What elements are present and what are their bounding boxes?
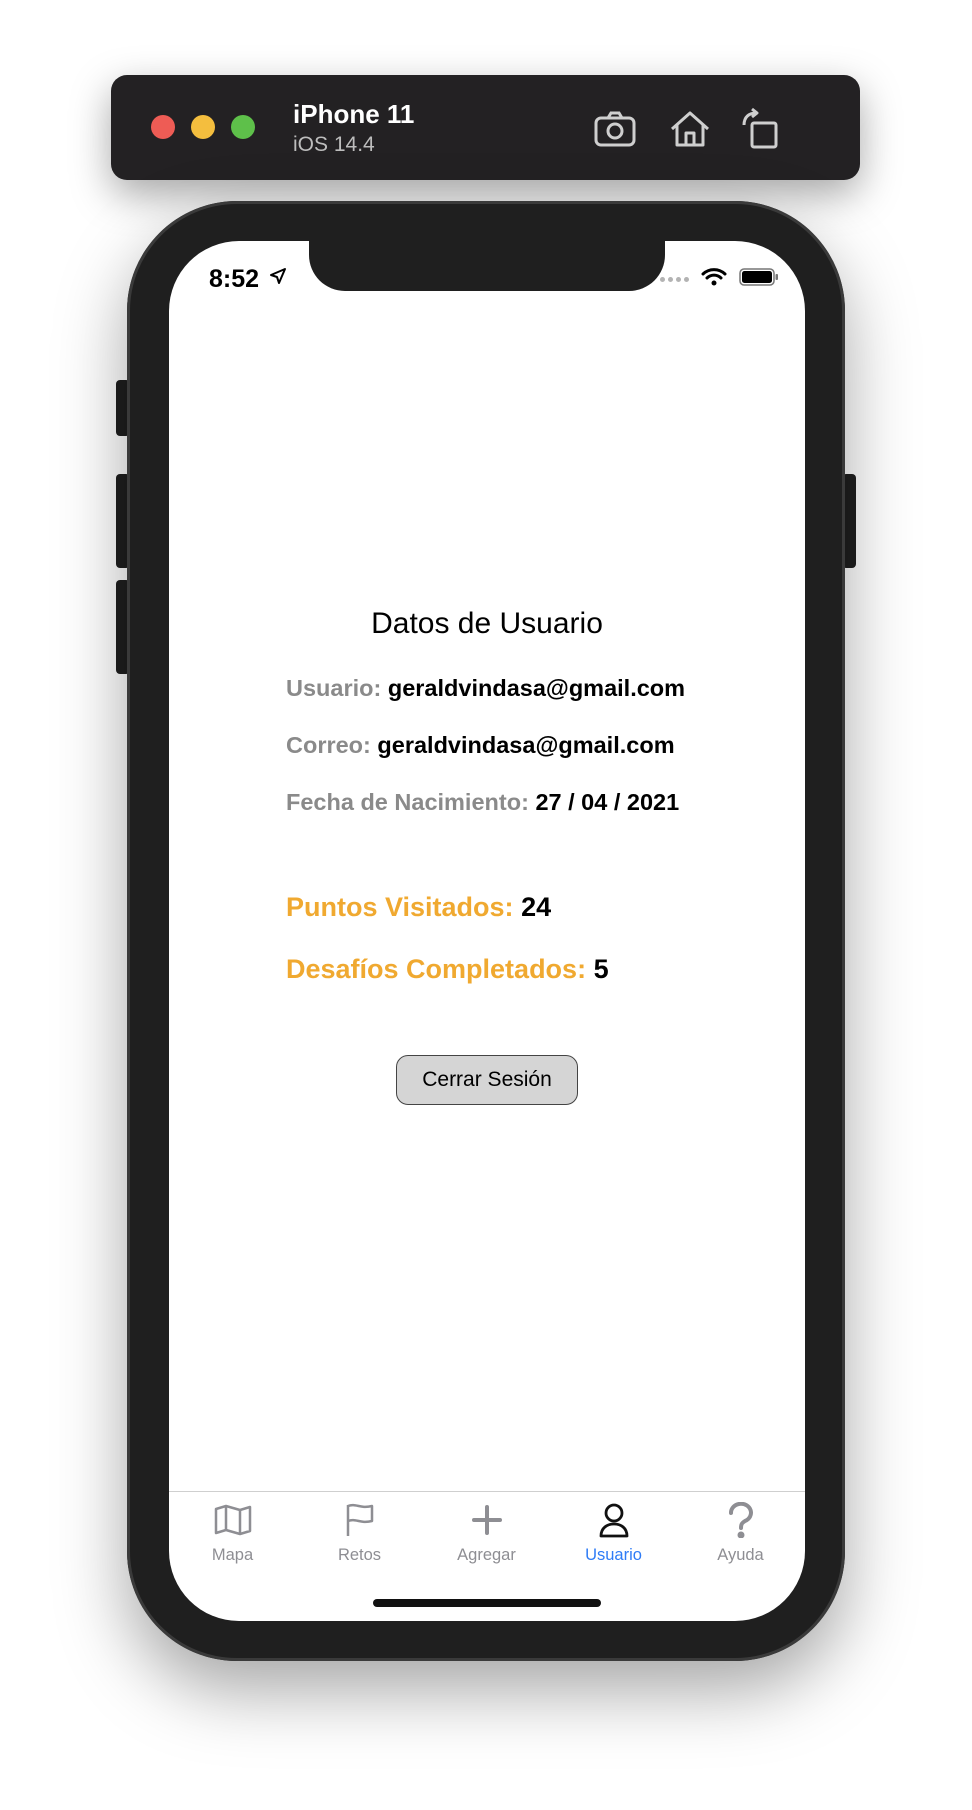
- wifi-icon: [701, 267, 727, 292]
- close-window-button[interactable]: [151, 115, 175, 139]
- phone-screen: 8:52 Datos de Usuario Usuario: geraldvin…: [169, 241, 805, 1621]
- person-icon: [550, 1498, 677, 1542]
- device-name: iPhone 11: [293, 99, 415, 129]
- email-label: Correo:: [286, 732, 371, 758]
- birth-date-value: 27 / 04 / 2021: [535, 789, 680, 815]
- tab-retos-label: Retos: [337, 1546, 382, 1564]
- completed-challenges-value: 5: [593, 954, 609, 984]
- user-label: Usuario:: [286, 675, 382, 701]
- battery-icon: [739, 267, 779, 292]
- logout-button[interactable]: Cerrar Sesión: [396, 1055, 578, 1105]
- simulator-title-bar: iPhone 11 iOS 14.4: [111, 75, 860, 180]
- tab-mapa[interactable]: Mapa: [169, 1498, 296, 1565]
- rotate-icon[interactable]: [736, 105, 784, 153]
- tab-usuario-label: Usuario: [585, 1546, 642, 1564]
- tab-retos[interactable]: Retos: [296, 1498, 423, 1565]
- user-row: Usuario: geraldvindasa@gmail.com: [286, 675, 685, 702]
- tab-agregar[interactable]: Agregar: [423, 1498, 550, 1565]
- completed-challenges-label: Desafíos Completados:: [286, 954, 587, 984]
- tab-agregar-label: Agregar: [457, 1546, 516, 1564]
- home-icon[interactable]: [666, 105, 714, 153]
- completed-challenges-row: Desafíos Completados: 5: [286, 954, 609, 985]
- status-indicators: [660, 267, 779, 292]
- visited-points-row: Puntos Visitados: 24: [286, 892, 551, 923]
- map-icon: [169, 1498, 296, 1542]
- status-time: 8:52: [209, 265, 260, 293]
- birth-date-row: Fecha de Nacimiento: 27 / 04 / 2021: [286, 789, 679, 816]
- os-version: iOS 14.4: [293, 133, 375, 156]
- page-title: Datos de Usuario: [371, 607, 603, 640]
- email-row: Correo: geraldvindasa@gmail.com: [286, 732, 675, 759]
- question-icon: [677, 1498, 804, 1542]
- home-indicator[interactable]: [373, 1599, 601, 1607]
- minimize-window-button[interactable]: [191, 115, 215, 139]
- visited-points-value: 24: [521, 892, 552, 922]
- email-value: geraldvindasa@gmail.com: [377, 732, 675, 758]
- screenshot-icon[interactable]: [591, 105, 639, 153]
- notch: [309, 241, 665, 291]
- flag-icon: [296, 1498, 423, 1542]
- plus-icon: [423, 1498, 550, 1542]
- visited-points-label: Puntos Visitados:: [286, 892, 514, 922]
- birth-date-label: Fecha de Nacimiento:: [286, 789, 529, 815]
- cellular-signal-icon: [660, 277, 689, 282]
- user-value: geraldvindasa@gmail.com: [387, 675, 686, 701]
- zoom-window-button[interactable]: [231, 115, 255, 139]
- location-arrow-icon: [269, 267, 287, 290]
- tab-usuario[interactable]: Usuario: [550, 1498, 677, 1565]
- tab-ayuda-label: Ayuda: [717, 1546, 764, 1564]
- tab-mapa-label: Mapa: [211, 1546, 254, 1564]
- tab-ayuda[interactable]: Ayuda: [677, 1498, 804, 1565]
